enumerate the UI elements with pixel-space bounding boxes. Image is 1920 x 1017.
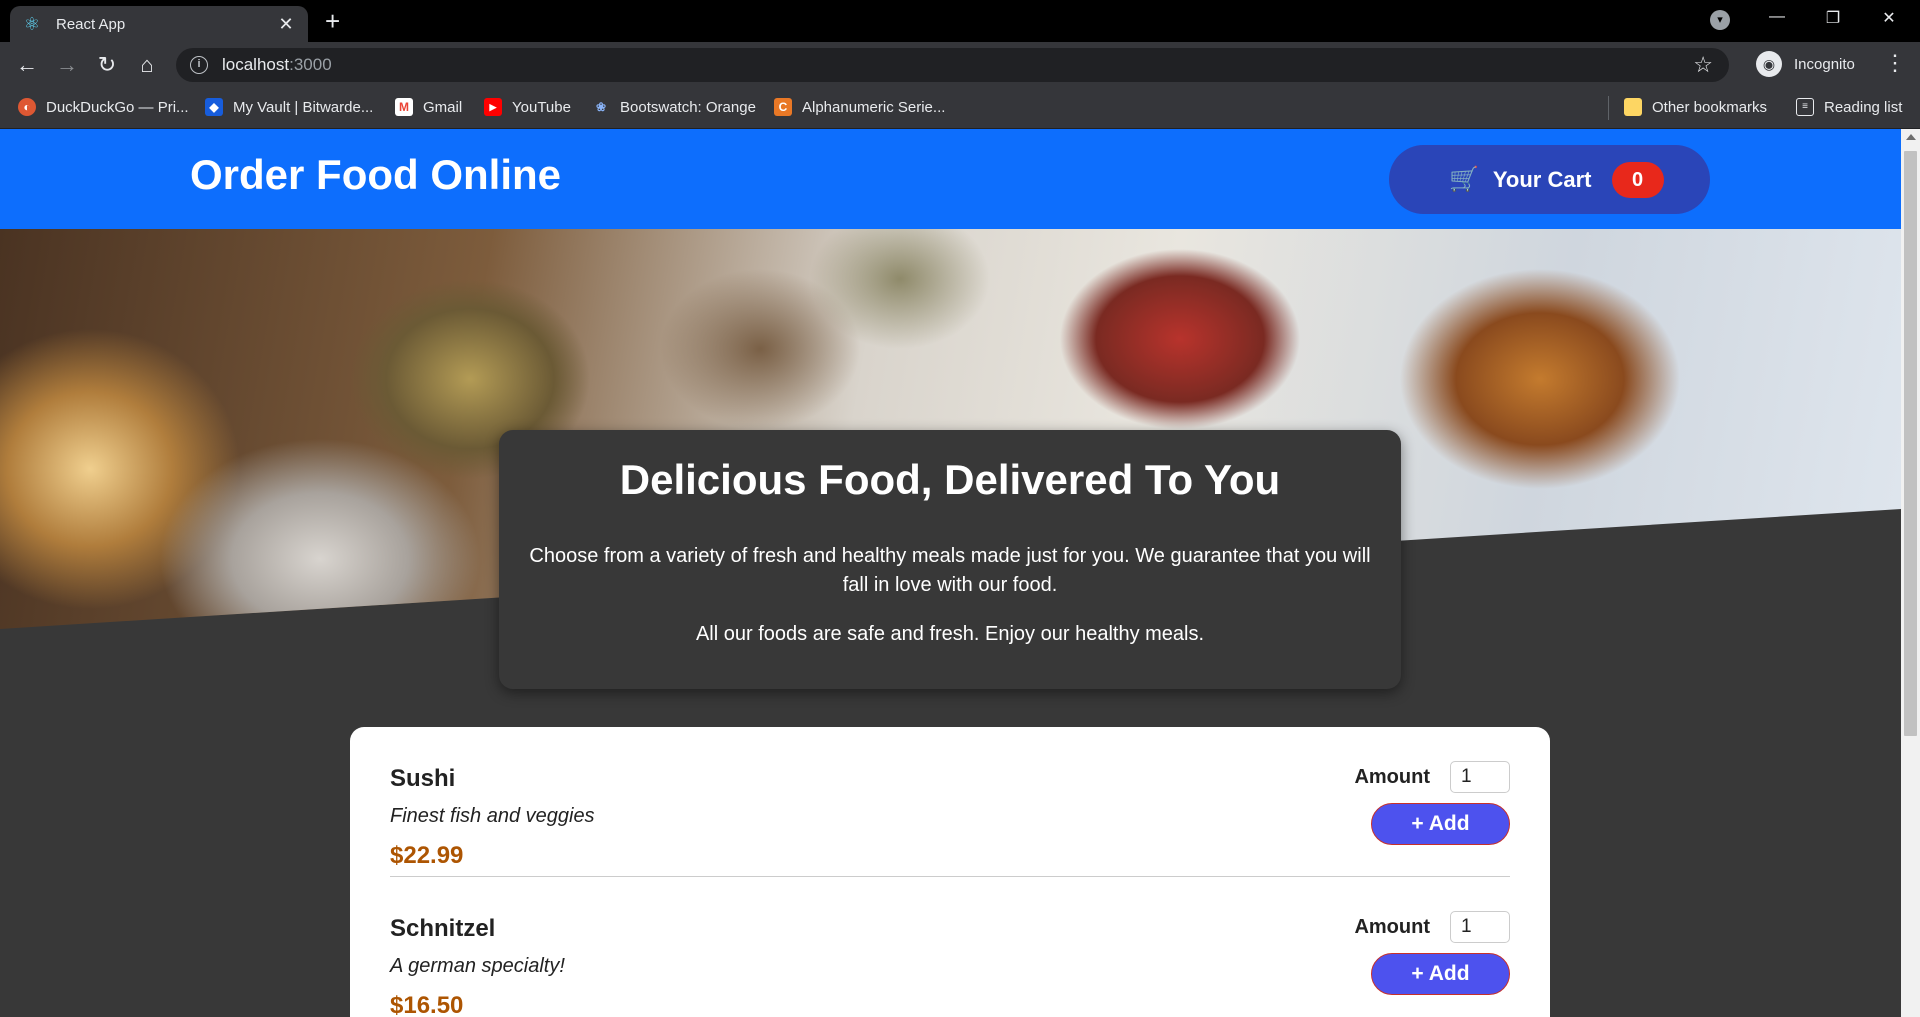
meal-description: Finest fish and veggies <box>390 805 595 827</box>
bookmark-item[interactable]: ◆ My Vault | Bitwarde... <box>205 98 373 116</box>
reading-list[interactable]: ≡ Reading list <box>1796 98 1902 116</box>
window-close-icon[interactable]: ✕ <box>1874 8 1904 28</box>
scroll-up-arrow-icon[interactable] <box>1906 134 1916 140</box>
amount-row: Amount <box>1350 911 1510 943</box>
reload-icon[interactable]: ↻ <box>94 52 120 78</box>
amount-input[interactable] <box>1450 911 1510 943</box>
cart-button[interactable]: 🛒 Your Cart 0 <box>1389 145 1710 214</box>
back-icon[interactable]: ← <box>14 52 40 78</box>
bookmark-label: DuckDuckGo — Pri... <box>46 98 189 116</box>
youtube-icon: ▶ <box>484 98 502 116</box>
amount-label: Amount <box>1354 765 1430 788</box>
summary-paragraph: Choose from a variety of fresh and healt… <box>529 545 1371 596</box>
url-port: :3000 <box>289 55 332 74</box>
gmail-icon: M <box>395 98 413 116</box>
other-bookmarks-label: Other bookmarks <box>1652 98 1768 116</box>
bookmark-item[interactable]: M Gmail <box>395 98 462 116</box>
incognito-button[interactable]: ◉ Incognito <box>1756 51 1855 77</box>
meal-name: Schnitzel <box>390 915 496 942</box>
page-scrollbar[interactable] <box>1901 129 1920 1017</box>
browser-tab-bar: ⚛ React App ✕ + ▾ — ❐ ✕ <box>0 0 1920 42</box>
alphanumeric-icon: C <box>774 98 792 116</box>
new-tab-icon[interactable]: + <box>325 8 340 34</box>
bookmark-item[interactable]: ▶ YouTube <box>484 98 571 116</box>
incognito-label: Incognito <box>1794 55 1855 73</box>
bootswatch-icon: ❀ <box>592 98 610 116</box>
meal-description: A german specialty! <box>390 955 565 977</box>
bookmark-label: Alphanumeric Serie... <box>802 98 946 116</box>
meal-price: $22.99 <box>390 842 464 869</box>
browser-tab[interactable]: ⚛ React App ✕ <box>10 6 308 42</box>
folder-icon <box>1624 98 1642 116</box>
bookmark-item[interactable]: C Alphanumeric Serie... <box>774 98 945 116</box>
bookmark-star-icon[interactable]: ☆ <box>1693 52 1713 78</box>
bookmark-label: Bootswatch: Orange <box>620 98 756 116</box>
menu-icon[interactable]: ⋮ <box>1884 50 1906 76</box>
minimize-icon[interactable]: — <box>1762 8 1792 26</box>
bookmark-label: YouTube <box>512 98 571 116</box>
bookmark-label: My Vault | Bitwarde... <box>233 98 374 116</box>
restore-icon[interactable]: ❐ <box>1818 8 1848 28</box>
forward-icon[interactable]: → <box>54 52 80 78</box>
site-title: Order Food Online <box>190 151 562 198</box>
summary-paragraph: All our foods are safe and fresh. Enjoy … <box>695 623 1205 645</box>
page-viewport: Order Food Online 🛒 Your Cart 0 Deliciou… <box>0 129 1901 1017</box>
bookmark-item[interactable]: ◐ DuckDuckGo — Pri... <box>18 98 189 116</box>
close-icon[interactable]: ✕ <box>276 14 296 35</box>
meals-summary: Delicious Food, Delivered To You Choose … <box>499 430 1401 689</box>
meal-form: Amount + Add <box>1350 911 1510 995</box>
add-to-cart-button[interactable]: + Add <box>1371 803 1510 845</box>
add-to-cart-button[interactable]: + Add <box>1371 953 1510 995</box>
cart-icon: 🛒 <box>1449 166 1479 193</box>
reading-list-label: Reading list <box>1824 98 1903 116</box>
other-bookmarks[interactable]: Other bookmarks <box>1624 98 1767 116</box>
bookmark-item[interactable]: ❀ Bootswatch: Orange <box>592 98 756 116</box>
incognito-icon: ◉ <box>1756 51 1782 77</box>
meal-name: Sushi <box>390 765 456 792</box>
tab-search-icon[interactable]: ▾ <box>1710 10 1730 30</box>
bookmark-label: Gmail <box>423 98 463 116</box>
tab-title: React App <box>56 15 126 33</box>
meal-item: Sushi Finest fish and veggies $22.99 Amo… <box>390 727 1510 877</box>
amount-label: Amount <box>1354 915 1430 938</box>
bookmarks-bar: ◐ DuckDuckGo — Pri... ◆ My Vault | Bitwa… <box>0 88 1920 129</box>
amount-row: Amount <box>1350 761 1510 793</box>
reading-list-icon: ≡ <box>1796 98 1814 116</box>
meal-item: Schnitzel A german specialty! $16.50 Amo… <box>390 877 1510 1017</box>
react-icon: ⚛ <box>23 14 41 34</box>
scroll-thumb[interactable] <box>1904 151 1917 736</box>
address-bar[interactable]: i localhost:3000 ☆ <box>176 48 1729 82</box>
amount-input[interactable] <box>1450 761 1510 793</box>
meal-form: Amount + Add <box>1350 761 1510 845</box>
cart-count-badge: 0 <box>1611 161 1664 198</box>
browser-toolbar: ← → ↻ ⌂ i localhost:3000 ☆ ◉ Incognito ⋮ <box>0 42 1920 88</box>
bookmarks-divider <box>1608 96 1609 120</box>
bitwarden-icon: ◆ <box>205 98 223 116</box>
info-icon[interactable]: i <box>190 56 208 74</box>
home-icon[interactable]: ⌂ <box>134 52 160 78</box>
available-meals-card: Sushi Finest fish and veggies $22.99 Amo… <box>350 727 1550 1017</box>
cart-label: Your Cart <box>1492 166 1592 192</box>
meal-price: $16.50 <box>390 992 464 1017</box>
site-header: Order Food Online 🛒 Your Cart 0 <box>0 129 1901 229</box>
url-host: localhost <box>222 55 290 74</box>
summary-title: Delicious Food, Delivered To You <box>619 456 1281 503</box>
duckduckgo-icon: ◐ <box>18 98 36 116</box>
